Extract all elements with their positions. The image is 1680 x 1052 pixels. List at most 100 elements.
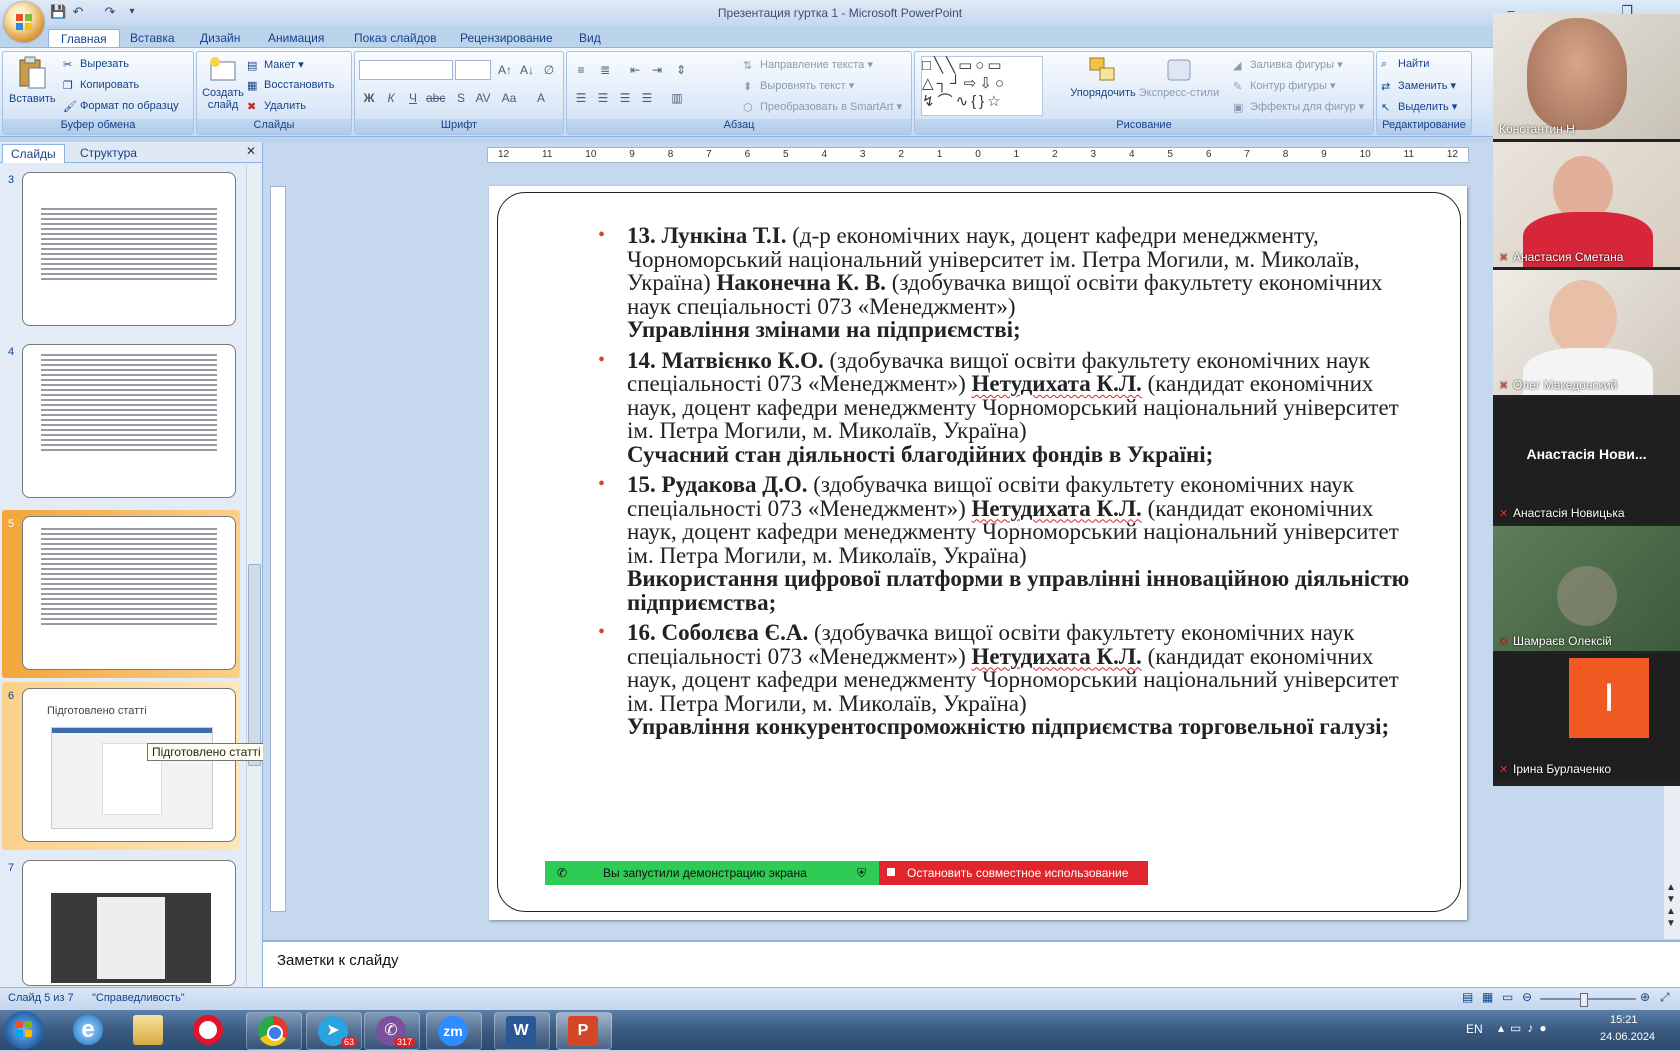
paste-button[interactable]: Вставить xyxy=(9,56,56,105)
undo-icon[interactable]: ↶ xyxy=(70,4,86,20)
sorter-view-icon[interactable]: ▦ xyxy=(1482,990,1493,1004)
decrease-indent-icon[interactable]: ⇤ xyxy=(625,60,645,80)
copy-button[interactable]: ❐ Копировать xyxy=(63,79,139,92)
align-center-icon[interactable]: ☰ xyxy=(593,88,613,108)
slide-content[interactable]: • 13. Лункіна Т.І. (д-р економічних наук… xyxy=(598,224,1418,746)
columns-icon[interactable]: ▥ xyxy=(667,88,687,108)
delete-slide-button[interactable]: ✖ Удалить xyxy=(247,100,306,113)
clock-date[interactable]: 24.06.2024 xyxy=(1600,1031,1655,1043)
smartart-button[interactable]: ⬡ Преобразовать в SmartArt ▾ xyxy=(743,100,902,114)
slide-thumbnail[interactable] xyxy=(22,344,236,498)
bold-icon[interactable]: Ж xyxy=(359,88,379,108)
participant-tile[interactable]: ✕ Шамраєв Олексій xyxy=(1493,526,1680,654)
notes-pane[interactable]: Заметки к слайду xyxy=(263,940,1680,989)
zoom-out-icon[interactable]: ⊖ xyxy=(1522,990,1532,1004)
justify-icon[interactable]: ☰ xyxy=(637,88,657,108)
reset-button[interactable]: ▦ Восстановить xyxy=(247,79,334,92)
slide-thumbnail[interactable]: Підготовлено статті xyxy=(22,688,236,842)
font-family-select[interactable] xyxy=(359,60,453,80)
quick-styles-button[interactable]: Экспресс-стили xyxy=(1137,56,1221,99)
tab-slideshow[interactable]: Показ слайдов xyxy=(342,29,449,48)
participant-tile[interactable]: Константин Н xyxy=(1493,14,1680,142)
clear-format-icon[interactable]: ∅ xyxy=(539,60,559,80)
panel-scrollbar[interactable] xyxy=(246,164,261,987)
strikethrough-icon[interactable]: abc xyxy=(425,88,445,108)
new-slide-button[interactable]: Создать слайд xyxy=(201,56,245,111)
scroll-arrows-icon[interactable]: ▲ ▼ ▲ ▼ xyxy=(1666,882,1676,930)
telegram-taskbar-button[interactable]: ➤ 63 xyxy=(306,1012,362,1050)
tab-animation[interactable]: Анимация xyxy=(256,29,336,48)
explorer-taskbar-button[interactable] xyxy=(122,1012,176,1048)
slide-thumbnail[interactable] xyxy=(22,860,236,986)
shadow-icon[interactable]: S xyxy=(451,88,471,108)
shapes-gallery[interactable]: □╲╲▭○▭ △┐┘⇨⇩○ ↯⌒∿{}☆ xyxy=(921,56,1043,116)
shape-effects-button[interactable]: ▣ Эффекты для фигур ▾ xyxy=(1233,100,1364,114)
fit-window-icon[interactable]: ⤢ xyxy=(1660,990,1670,1005)
zoom-thumb[interactable] xyxy=(1580,993,1588,1007)
language-indicator[interactable]: EN xyxy=(1466,1022,1483,1036)
tab-home[interactable]: Главная xyxy=(48,29,120,49)
shape-fill-button[interactable]: ◢ Заливка фигуры ▾ xyxy=(1233,58,1343,72)
quick-styles-label: Экспресс-стили xyxy=(1138,87,1220,99)
ie-taskbar-button[interactable]: e xyxy=(62,1012,116,1048)
viber-taskbar-button[interactable]: ✆ 317 xyxy=(364,1012,420,1050)
participant-tile[interactable]: Анастасія Нови... ✕ Анастасія Новицька xyxy=(1493,398,1680,526)
save-icon[interactable]: 💾 xyxy=(50,4,66,20)
participant-tile[interactable]: ✕ Анастасия Сметана xyxy=(1493,142,1680,270)
grow-font-icon[interactable]: A↑ xyxy=(495,60,515,80)
shape-outline-button[interactable]: ✎ Контур фигуры ▾ xyxy=(1233,79,1336,93)
italic-icon[interactable]: К xyxy=(381,88,401,108)
underline-icon[interactable]: Ч xyxy=(403,88,423,108)
clock-time[interactable]: 15:21 xyxy=(1610,1014,1638,1026)
close-panel-icon[interactable]: ✕ xyxy=(246,144,256,158)
layout-button[interactable]: ▤ Макет ▾ xyxy=(247,58,304,72)
spacing-icon[interactable]: AV xyxy=(473,88,493,108)
font-color-icon[interactable]: A xyxy=(531,88,551,108)
arrange-icon xyxy=(1089,57,1115,81)
slide-thumbnail[interactable] xyxy=(22,172,236,326)
find-button[interactable]: ⌕ Найти xyxy=(1381,58,1429,70)
start-button[interactable] xyxy=(4,1011,44,1049)
powerpoint-taskbar-button[interactable]: P xyxy=(556,1012,612,1050)
opera-taskbar-button[interactable] xyxy=(182,1012,236,1048)
tab-view[interactable]: Вид xyxy=(567,29,613,48)
tab-insert[interactable]: Вставка xyxy=(118,29,187,48)
slideshow-view-icon[interactable]: ▭ xyxy=(1502,990,1513,1004)
bullets-icon[interactable]: ≡ xyxy=(571,60,591,80)
format-painter-button[interactable]: 🖌 Формат по образцу xyxy=(63,100,179,113)
ruler-tick-label: 1 xyxy=(1013,149,1020,160)
line-spacing-icon[interactable]: ⇕ xyxy=(671,60,691,80)
align-right-icon[interactable]: ☰ xyxy=(615,88,635,108)
tab-outline[interactable]: Структура xyxy=(72,144,145,162)
replace-button[interactable]: ⇄ Заменить ▾ xyxy=(1381,79,1456,93)
normal-view-icon[interactable]: ▤ xyxy=(1462,990,1473,1004)
tab-design[interactable]: Дизайн xyxy=(188,29,252,48)
tab-slides[interactable]: Слайды xyxy=(2,144,65,163)
align-left-icon[interactable]: ☰ xyxy=(571,88,591,108)
select-button[interactable]: ↖ Выделить ▾ xyxy=(1381,100,1457,114)
ruler-tick-label: 5 xyxy=(783,149,789,160)
tab-review[interactable]: Рецензирование xyxy=(448,29,565,48)
zoom-in-icon[interactable]: ⊕ xyxy=(1640,990,1650,1004)
font-size-select[interactable] xyxy=(455,60,491,80)
office-button[interactable] xyxy=(4,2,44,42)
shrink-font-icon[interactable]: A↓ xyxy=(517,60,537,80)
participant-tile[interactable]: ✕ Олег Македонский xyxy=(1493,270,1680,398)
tray-icons[interactable]: ▴▭♪● xyxy=(1498,1021,1553,1035)
numbering-icon[interactable]: ≣ xyxy=(595,60,615,80)
qat-dropdown-icon[interactable]: ▾ xyxy=(124,4,140,20)
arrange-button[interactable]: Упорядочить xyxy=(1069,56,1137,99)
redo-icon[interactable]: ↷ xyxy=(102,4,118,20)
text-direction-button[interactable]: ⇅ Направление текста ▾ xyxy=(743,58,873,72)
case-icon[interactable]: Aa xyxy=(499,88,519,108)
participant-tile[interactable]: І ✕ Ірина Бурлаченко xyxy=(1493,654,1680,782)
cut-button[interactable]: ✂ Вырезать xyxy=(63,58,129,71)
zoom-taskbar-button[interactable]: zm xyxy=(426,1012,482,1050)
chrome-taskbar-button[interactable] xyxy=(246,1012,302,1050)
align-text-button[interactable]: ⬍ Выровнять текст ▾ xyxy=(743,79,854,93)
stop-share-button[interactable]: Остановить совместное использование xyxy=(879,861,1148,885)
slide-thumbnail-selected[interactable] xyxy=(22,516,236,670)
word-taskbar-button[interactable]: W xyxy=(494,1012,550,1050)
zoom-slider[interactable] xyxy=(1540,993,1636,1007)
increase-indent-icon[interactable]: ⇥ xyxy=(647,60,667,80)
